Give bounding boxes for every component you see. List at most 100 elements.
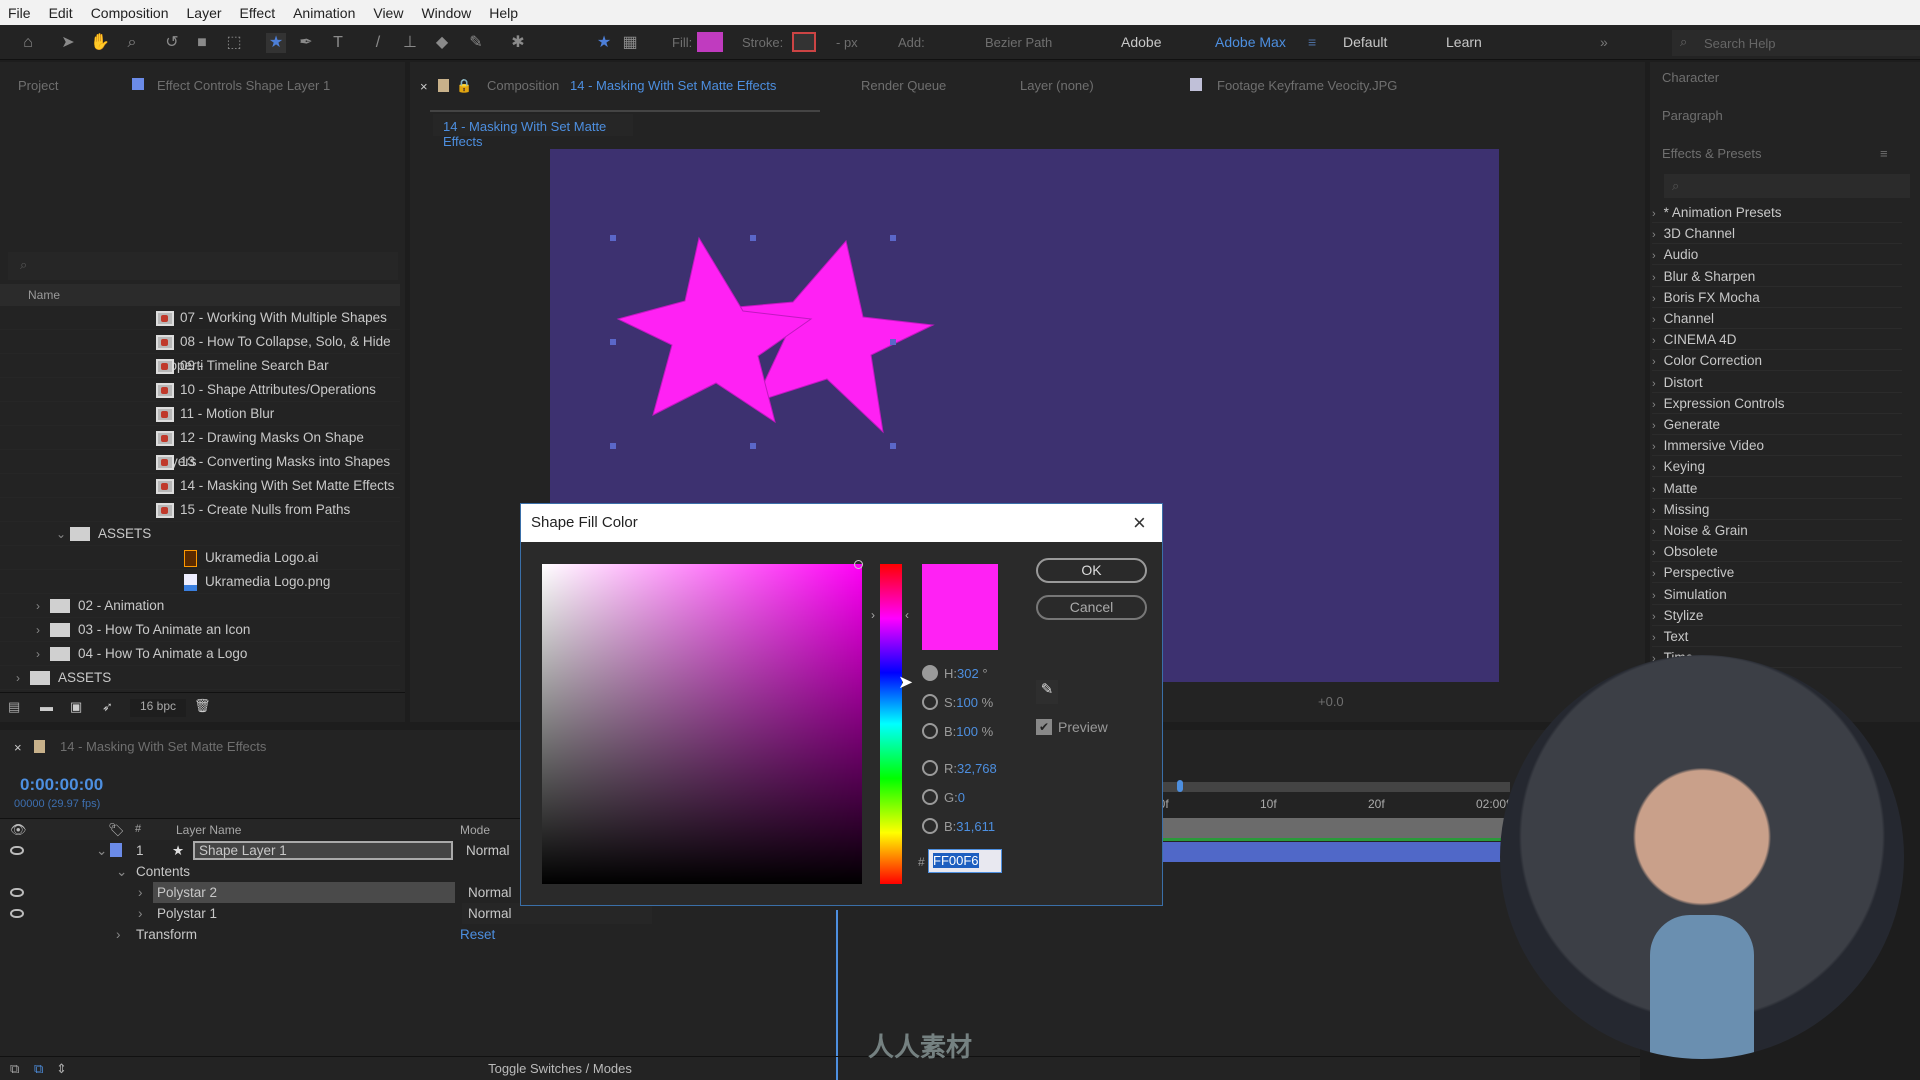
- close-tab-icon[interactable]: ×: [420, 79, 428, 94]
- camera-tool-icon[interactable]: ■: [192, 33, 212, 53]
- effect-category[interactable]: › Distort: [1652, 372, 1902, 393]
- new-folder-icon[interactable]: ▬: [40, 699, 53, 714]
- eyedropper-icon[interactable]: ✎: [1036, 680, 1058, 704]
- color-field[interactable]: S:100 %: [944, 695, 993, 710]
- project-item[interactable]: › 03 - How To Animate an Icon: [0, 618, 400, 642]
- tab-layer[interactable]: Layer (none): [1020, 78, 1094, 93]
- project-search-input[interactable]: ⌕: [8, 252, 398, 280]
- tab-project[interactable]: Project: [18, 78, 58, 93]
- radio-b[interactable]: [922, 818, 938, 834]
- project-item[interactable]: Ukramedia Logo.png: [0, 570, 400, 594]
- workspace-adobe[interactable]: Adobe: [1121, 34, 1161, 50]
- stroke-width[interactable]: - px: [836, 35, 858, 50]
- menu-composition[interactable]: Composition: [91, 5, 169, 21]
- character-panel-tab[interactable]: Character: [1662, 70, 1719, 85]
- lock-icon[interactable]: 🔒: [456, 78, 472, 94]
- field-value[interactable]: 100: [956, 695, 978, 710]
- workspace-menu-icon[interactable]: ≡: [1308, 34, 1316, 50]
- label-icon[interactable]: 🏷: [108, 822, 125, 838]
- effect-category[interactable]: › Expression Controls: [1652, 393, 1902, 414]
- project-item[interactable]: 11 - Motion Blur: [0, 402, 400, 426]
- field-value[interactable]: 31,611: [956, 819, 995, 834]
- eye-icon[interactable]: [10, 909, 24, 918]
- home-icon[interactable]: ⌂: [18, 33, 38, 53]
- menu-effect[interactable]: Effect: [240, 5, 276, 21]
- new-composition-icon[interactable]: ▣: [70, 699, 82, 715]
- more-workspaces-icon[interactable]: »: [1600, 34, 1608, 50]
- chevron-right-icon[interactable]: ›: [36, 618, 50, 642]
- project-item[interactable]: 15 - Create Nulls from Paths: [0, 498, 400, 522]
- chevron-down-icon[interactable]: ⌄: [96, 840, 107, 861]
- effects-presets-tab[interactable]: Effects & Presets: [1662, 146, 1761, 161]
- workspace-learn[interactable]: Learn: [1446, 34, 1482, 50]
- radio-g[interactable]: [922, 789, 938, 805]
- effect-category[interactable]: › Text: [1652, 626, 1902, 647]
- work-area-bar[interactable]: [1160, 780, 1510, 792]
- project-item[interactable]: 09 - Timeline Search Bar: [0, 354, 400, 378]
- bit-depth-button[interactable]: 16 bpc: [130, 699, 186, 717]
- hue-arrow-left[interactable]: ›: [871, 608, 875, 622]
- radio-b[interactable]: [922, 723, 938, 739]
- layer-mode[interactable]: Normal: [466, 840, 510, 861]
- polystar-1-mode-select[interactable]: Normal: [462, 903, 652, 924]
- paragraph-panel-tab[interactable]: Paragraph: [1662, 108, 1723, 123]
- menu-window[interactable]: Window: [421, 5, 471, 21]
- menu-layer[interactable]: Layer: [187, 5, 222, 21]
- trash-icon[interactable]: 🗑: [194, 698, 211, 714]
- project-item[interactable]: 13 - Converting Masks into Shapes: [0, 450, 400, 474]
- effect-category[interactable]: › Keying: [1652, 456, 1902, 478]
- effect-category[interactable]: › Boris FX Mocha: [1652, 287, 1902, 308]
- chevron-right-icon[interactable]: ›: [36, 642, 50, 666]
- chevron-right-icon[interactable]: ›: [16, 666, 30, 690]
- workspace-adobe-max[interactable]: Adobe Max: [1215, 34, 1286, 50]
- effect-category[interactable]: › Obsolete: [1652, 541, 1902, 563]
- comp-breadcrumb[interactable]: 14 - Masking With Set Matte Effects: [433, 114, 633, 149]
- toggle-switches-modes-button[interactable]: Toggle Switches / Modes: [460, 1061, 660, 1076]
- add-label[interactable]: Add:: [898, 35, 925, 50]
- bezier-path-checkbox[interactable]: Bezier Path: [985, 35, 1052, 50]
- radio-h[interactable]: [922, 665, 938, 681]
- color-picker-cursor[interactable]: [854, 560, 863, 569]
- roto-brush-icon[interactable]: ✎: [466, 33, 486, 53]
- eraser-icon[interactable]: ◆: [432, 33, 452, 53]
- radio-s[interactable]: [922, 694, 938, 710]
- render-icon[interactable]: ➶: [102, 699, 113, 715]
- reset-link[interactable]: Reset: [460, 924, 495, 945]
- polystar-1-row[interactable]: › Polystar 1 Normal: [0, 903, 830, 924]
- effect-category[interactable]: › * Animation Presets: [1652, 202, 1902, 223]
- polystar-1-name[interactable]: Polystar 1: [157, 903, 217, 924]
- workspace-default[interactable]: Default: [1343, 34, 1387, 50]
- menu-animation[interactable]: Animation: [293, 5, 355, 21]
- transform-row[interactable]: › Transform Reset: [0, 924, 830, 945]
- current-time-indicator[interactable]: [836, 910, 838, 1080]
- color-field[interactable]: H:302 °: [944, 666, 988, 681]
- selection-tool-icon[interactable]: ➤: [58, 33, 78, 53]
- effect-category[interactable]: › Noise & Grain: [1652, 520, 1902, 541]
- layer-duration-bar[interactable]: [1160, 842, 1505, 862]
- star-tool-icon[interactable]: ★: [266, 33, 286, 53]
- project-item[interactable]: › 04 - How To Animate a Logo: [0, 642, 400, 666]
- pan-behind-tool-icon[interactable]: ⬚: [224, 33, 244, 53]
- project-item[interactable]: › 02 - Animation: [0, 594, 400, 618]
- layer-switches-icon[interactable]: ⧉: [34, 1061, 43, 1077]
- current-timecode[interactable]: 0:00:00:00: [20, 775, 103, 795]
- video-switch-icon[interactable]: 👁: [10, 822, 27, 838]
- effect-category[interactable]: › Matte: [1652, 478, 1902, 499]
- tool-stroke-mode-icon[interactable]: ▦: [620, 33, 640, 53]
- exposure-value[interactable]: +0.0: [1318, 694, 1344, 709]
- clone-stamp-icon[interactable]: ⊥: [400, 33, 420, 53]
- brush-tool-icon[interactable]: /: [368, 33, 388, 53]
- hue-arrow-right[interactable]: ‹: [905, 608, 909, 622]
- close-timeline-icon[interactable]: ×: [14, 740, 22, 755]
- tab-composition[interactable]: 14 - Masking With Set Matte Effects: [570, 78, 776, 93]
- rotate-tool-icon[interactable]: ↺: [162, 33, 182, 53]
- color-field[interactable]: B:100 %: [944, 724, 993, 739]
- color-field[interactable]: G:0: [944, 790, 965, 805]
- menu-view[interactable]: View: [373, 5, 403, 21]
- chevron-right-icon[interactable]: ›: [36, 594, 50, 618]
- chevron-right-icon[interactable]: ›: [138, 882, 143, 903]
- project-item[interactable]: ⌄ ASSETS: [0, 522, 400, 546]
- layer-name-header[interactable]: Layer Name: [176, 823, 241, 837]
- tab-footage[interactable]: Footage Keyframe Veocity.JPG: [1217, 78, 1397, 93]
- hex-input[interactable]: FF00F6: [928, 849, 1002, 873]
